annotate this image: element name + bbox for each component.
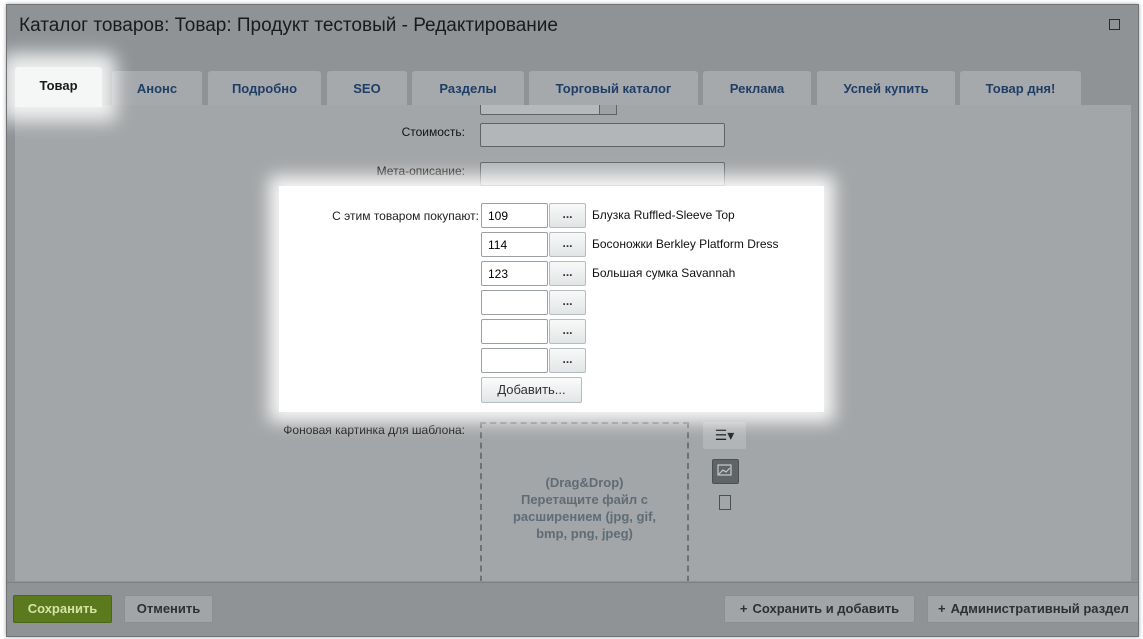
truncated-select-button[interactable] bbox=[599, 105, 617, 115]
related-select-button[interactable]: ... bbox=[549, 261, 586, 286]
meta-description-label: Мета-описание: bbox=[376, 164, 465, 178]
related-item-name: Большая сумка Savannah bbox=[592, 266, 736, 280]
tab-announce[interactable]: Анонс bbox=[112, 71, 202, 107]
cost-input[interactable] bbox=[480, 123, 725, 147]
plus-icon: + bbox=[938, 601, 946, 616]
admin-section-label: Административный раздел bbox=[950, 601, 1129, 616]
related-select-button[interactable]: ... bbox=[549, 203, 586, 228]
related-products-section: С этим товаром покупают: 109 ... Блузка … bbox=[279, 186, 824, 412]
plus-icon: + bbox=[739, 601, 748, 616]
menu-icon[interactable]: ☰▾ bbox=[703, 422, 746, 449]
tab-product[interactable]: Товар bbox=[15, 67, 102, 107]
related-products-label: С этим товаром покупают: bbox=[332, 209, 479, 223]
tab-trade-catalog[interactable]: Торговый каталог bbox=[529, 71, 698, 107]
truncated-select[interactable] bbox=[480, 105, 610, 115]
maximize-icon[interactable] bbox=[1109, 19, 1120, 30]
related-id-input[interactable]: 109 bbox=[481, 203, 548, 228]
file-icon[interactable] bbox=[719, 495, 731, 510]
background-image-label: Фоновая картинка для шаблона: bbox=[283, 423, 465, 437]
image-icon[interactable] bbox=[712, 459, 739, 484]
related-id-input[interactable] bbox=[481, 290, 548, 315]
admin-section-button[interactable]: + Административный раздел bbox=[927, 595, 1138, 623]
tab-sections[interactable]: Разделы bbox=[412, 71, 524, 107]
related-select-button[interactable]: ... bbox=[549, 232, 586, 257]
dialog-title: Каталог товаров: Товар: Продукт тестовый… bbox=[19, 15, 558, 36]
title-bar[interactable]: Каталог товаров: Товар: Продукт тестовый… bbox=[7, 5, 1138, 49]
dropzone-text: (Drag&Drop) Перетащите файл с расширение… bbox=[512, 475, 657, 541]
tab-seo[interactable]: SEO bbox=[327, 71, 407, 107]
related-select-button[interactable]: ... bbox=[549, 348, 586, 373]
related-select-button[interactable]: ... bbox=[549, 290, 586, 315]
tab-hurry-buy[interactable]: Успей купить bbox=[817, 71, 955, 107]
save-button[interactable]: Сохранить bbox=[13, 595, 112, 623]
tab-bar: Товар Анонс Подробно SEO Разделы Торговы… bbox=[7, 67, 1138, 107]
tab-content: Стоимость: Мета-описание: С этим товаром… bbox=[15, 105, 1131, 581]
related-id-input[interactable] bbox=[481, 319, 548, 344]
related-id-input[interactable]: 114 bbox=[481, 232, 548, 257]
cancel-button[interactable]: Отменить bbox=[124, 595, 213, 623]
tab-product-of-day[interactable]: Товар дня! bbox=[960, 71, 1081, 107]
cost-label: Стоимость: bbox=[401, 125, 465, 139]
footer-bar: Сохранить Отменить + Сохранить и добавить… bbox=[7, 582, 1138, 636]
meta-description-input[interactable] bbox=[480, 162, 725, 186]
related-select-button[interactable]: ... bbox=[549, 319, 586, 344]
save-and-add-button[interactable]: + Сохранить и добавить bbox=[724, 595, 915, 623]
tab-details[interactable]: Подробно bbox=[208, 71, 321, 107]
file-dropzone[interactable]: (Drag&Drop) Перетащите файл с расширение… bbox=[480, 422, 689, 581]
edit-dialog: Каталог товаров: Товар: Продукт тестовый… bbox=[6, 4, 1139, 637]
related-item-name: Босоножки Berkley Platform Dress bbox=[592, 237, 779, 251]
save-and-add-label: Сохранить и добавить bbox=[752, 601, 900, 616]
related-item-name: Блузка Ruffled-Sleeve Top bbox=[592, 208, 735, 222]
related-id-input[interactable]: 123 bbox=[481, 261, 548, 286]
tab-advertising[interactable]: Реклама bbox=[703, 71, 811, 107]
related-id-input[interactable] bbox=[481, 348, 548, 373]
add-related-button[interactable]: Добавить... bbox=[481, 377, 582, 403]
